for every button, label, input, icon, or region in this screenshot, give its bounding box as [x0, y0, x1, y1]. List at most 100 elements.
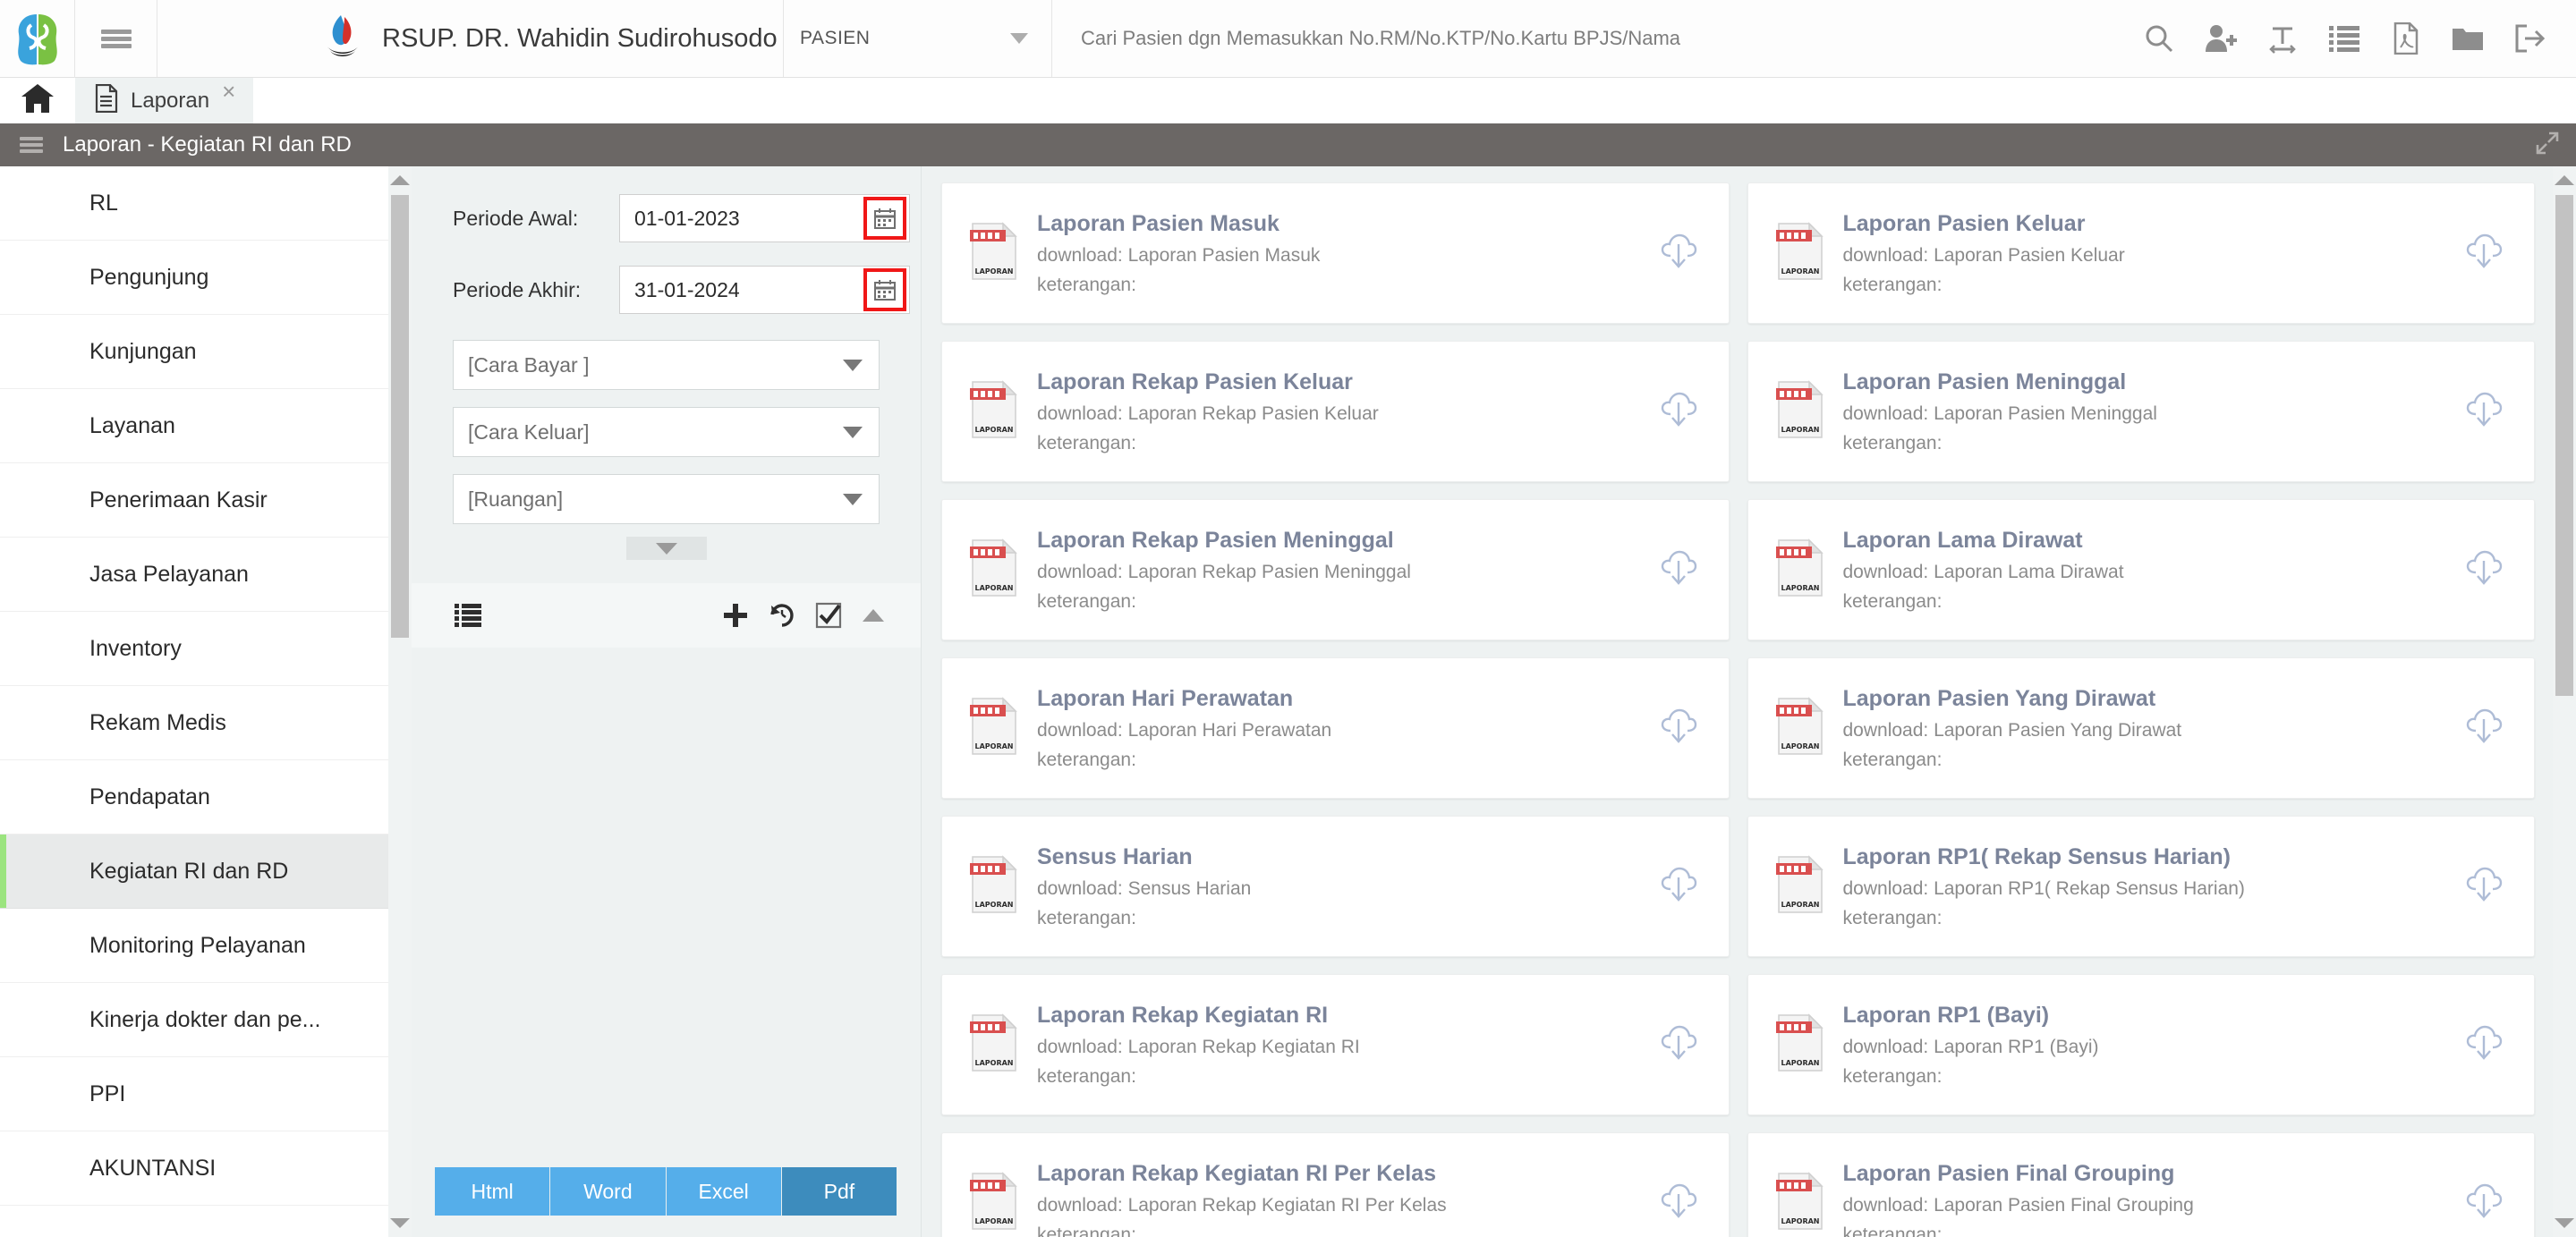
text-width-icon[interactable]	[2251, 0, 2313, 78]
reports-column-right: LAPORAN Laporan Pasien Keluar download: La…	[1747, 182, 2535, 1237]
sidebar-item[interactable]: Kinerja dokter dan pe...	[0, 983, 412, 1057]
expand-arrows-icon[interactable]	[2535, 131, 2560, 160]
report-card[interactable]: LAPORAN Laporan Pasien Masuk download: Lap…	[941, 182, 1730, 324]
cloud-download-icon[interactable]	[2464, 549, 2504, 591]
reports-scrollbar[interactable]	[2553, 166, 2576, 1237]
logout-icon[interactable]	[2498, 0, 2560, 78]
report-card[interactable]: LAPORAN Laporan Rekap Pasien Meninggal dow…	[941, 499, 1730, 640]
cloud-download-icon[interactable]	[2464, 391, 2504, 433]
sidebar-item[interactable]: RL	[0, 166, 412, 241]
report-title: Laporan Pasien Keluar	[1842, 210, 2086, 236]
list-view-icon[interactable]	[455, 604, 481, 627]
cloud-download-icon[interactable]	[2464, 1024, 2504, 1066]
dropdown-cara-bayar[interactable]: [Cara Bayar ]	[453, 340, 880, 390]
sidebar-item[interactable]: AKUNTANSI	[0, 1131, 412, 1206]
report-title: Laporan Lama Dirawat	[1842, 527, 2083, 553]
report-card[interactable]: LAPORAN Laporan Rekap Kegiatan RI download…	[941, 974, 1730, 1115]
report-download-label: download: Laporan Hari Perawatan	[1037, 719, 1332, 741]
report-card[interactable]: LAPORAN Laporan Hari Perawatan download: L…	[941, 657, 1730, 799]
periode-awal-input[interactable]: 01-01-2023	[619, 194, 910, 242]
export-word-button[interactable]: Word	[550, 1167, 667, 1216]
report-card[interactable]: LAPORAN Laporan Pasien Final Grouping down…	[1747, 1132, 2535, 1237]
tab-laporan[interactable]: Laporan ×	[75, 78, 254, 123]
cloud-download-icon[interactable]	[1659, 233, 1698, 275]
report-title: Sensus Harian	[1037, 843, 1193, 869]
home-tab[interactable]	[0, 78, 75, 123]
list-icon[interactable]	[2313, 0, 2375, 78]
sidebar-item[interactable]: Pengunjung	[0, 241, 412, 315]
cloud-download-icon[interactable]	[1659, 707, 1698, 750]
collapse-up-icon[interactable]	[862, 607, 885, 623]
cloud-download-icon[interactable]	[1659, 1182, 1698, 1224]
sidebar-item[interactable]: Jasa Pelayanan	[0, 538, 412, 612]
chevron-down-icon	[655, 542, 677, 555]
cloud-download-icon[interactable]	[2464, 233, 2504, 275]
sidebar-item-label: Penerimaan Kasir	[89, 487, 268, 513]
report-note-label: keterangan:	[1037, 432, 1136, 453]
cloud-download-icon[interactable]	[2464, 707, 2504, 750]
sidebar-item[interactable]: PPI	[0, 1057, 412, 1131]
laporan-document-icon: LAPORAN	[969, 1012, 1019, 1077]
hamburger-menu-icon[interactable]	[20, 134, 43, 156]
report-card[interactable]: LAPORAN Laporan Rekap Kegiatan RI Per Kel…	[941, 1132, 1730, 1237]
patient-search-field[interactable]: Cari Pasien dgn Memasukkan No.RM/No.KTP/…	[1052, 0, 2128, 77]
report-card[interactable]: LAPORAN Laporan Pasien Yang Dirawat downlo…	[1747, 657, 2535, 799]
report-title: Laporan Rekap Pasien Meninggal	[1037, 527, 1394, 553]
cloud-download-icon[interactable]	[2464, 866, 2504, 908]
search-icon[interactable]	[2128, 0, 2189, 78]
reports-scrollbar-thumb[interactable]	[2555, 195, 2573, 696]
periode-akhir-input[interactable]: 31-01-2024	[619, 266, 910, 314]
hamburger-menu-icon[interactable]	[75, 0, 157, 77]
scroll-down-arrow-icon[interactable]	[2555, 1218, 2574, 1228]
report-card[interactable]: LAPORAN Laporan RP1 (Bayi) download: Lapor…	[1747, 974, 2535, 1115]
sidebar-item[interactable]: Kunjungan	[0, 315, 412, 389]
scroll-up-arrow-icon[interactable]	[2555, 175, 2574, 185]
export-pdf-button[interactable]: Pdf	[781, 1167, 897, 1216]
sidebar-item[interactable]: Pendapatan	[0, 760, 412, 835]
cloud-download-icon[interactable]	[1659, 866, 1698, 908]
report-card[interactable]: LAPORAN Sensus Harian download: Sensus Har…	[941, 816, 1730, 957]
sidebar-item[interactable]: Rekam Medis	[0, 686, 412, 760]
scroll-up-arrow-icon[interactable]	[390, 175, 410, 185]
report-card-text: Laporan Pasien Keluar download: Laporan P…	[1843, 211, 2465, 296]
export-excel-button[interactable]: Excel	[666, 1167, 782, 1216]
sidebar-scrollbar-thumb[interactable]	[391, 195, 409, 638]
dropdown-cara-keluar[interactable]: [Cara Keluar]	[453, 407, 880, 457]
sidebar-item[interactable]: Layanan	[0, 389, 412, 463]
patient-type-select[interactable]: PASIEN	[784, 0, 1052, 77]
report-card-text: Laporan Lama Dirawat download: Laporan La…	[1843, 528, 2465, 613]
report-download-label: download: Laporan Lama Dirawat	[1842, 561, 2124, 582]
svg-text:LAPORAN: LAPORAN	[1781, 584, 1819, 592]
hospital-logo-icon[interactable]	[0, 0, 75, 78]
calendar-icon[interactable]	[863, 268, 906, 311]
sidebar-item-label: RL	[89, 190, 118, 216]
export-html-button[interactable]: Html	[435, 1167, 551, 1216]
expand-filters-button[interactable]	[625, 537, 707, 560]
scroll-down-arrow-icon[interactable]	[390, 1218, 410, 1228]
report-card[interactable]: LAPORAN Laporan Lama Dirawat download: Lap…	[1747, 499, 2535, 640]
check-all-icon[interactable]	[815, 602, 842, 629]
cloud-download-icon[interactable]	[1659, 391, 1698, 433]
add-icon[interactable]	[722, 602, 749, 629]
report-card[interactable]: LAPORAN Laporan RP1( Rekap Sensus Harian)…	[1747, 816, 2535, 957]
pdf-file-icon[interactable]	[2375, 0, 2436, 78]
cloud-download-icon[interactable]	[2464, 1182, 2504, 1224]
add-user-icon[interactable]	[2189, 0, 2251, 78]
report-card[interactable]: LAPORAN Laporan Rekap Pasien Keluar downlo…	[941, 341, 1730, 482]
main-body: RL Pengunjung Kunjungan Layanan Penerimaan K…	[0, 166, 2576, 1237]
sidebar-item[interactable]: Inventory	[0, 612, 412, 686]
sidebar-scrollbar[interactable]	[388, 166, 412, 1237]
cloud-download-icon[interactable]	[1659, 549, 1698, 591]
report-card[interactable]: LAPORAN Laporan Pasien Meninggal download:…	[1747, 341, 2535, 482]
sidebar-item[interactable]: Kegiatan RI dan RD	[0, 835, 412, 909]
close-icon[interactable]: ×	[222, 80, 235, 103]
calendar-icon[interactable]	[863, 197, 906, 240]
laporan-document-icon: LAPORAN	[1775, 221, 1825, 285]
folder-icon[interactable]	[2436, 0, 2498, 78]
sidebar-item[interactable]: Monitoring Pelayanan	[0, 909, 412, 983]
history-reset-icon[interactable]	[769, 602, 795, 629]
sidebar-item[interactable]: Penerimaan Kasir	[0, 463, 412, 538]
cloud-download-icon[interactable]	[1659, 1024, 1698, 1066]
dropdown-ruangan[interactable]: [Ruangan]	[453, 474, 880, 524]
report-card[interactable]: LAPORAN Laporan Pasien Keluar download: La…	[1747, 182, 2535, 324]
